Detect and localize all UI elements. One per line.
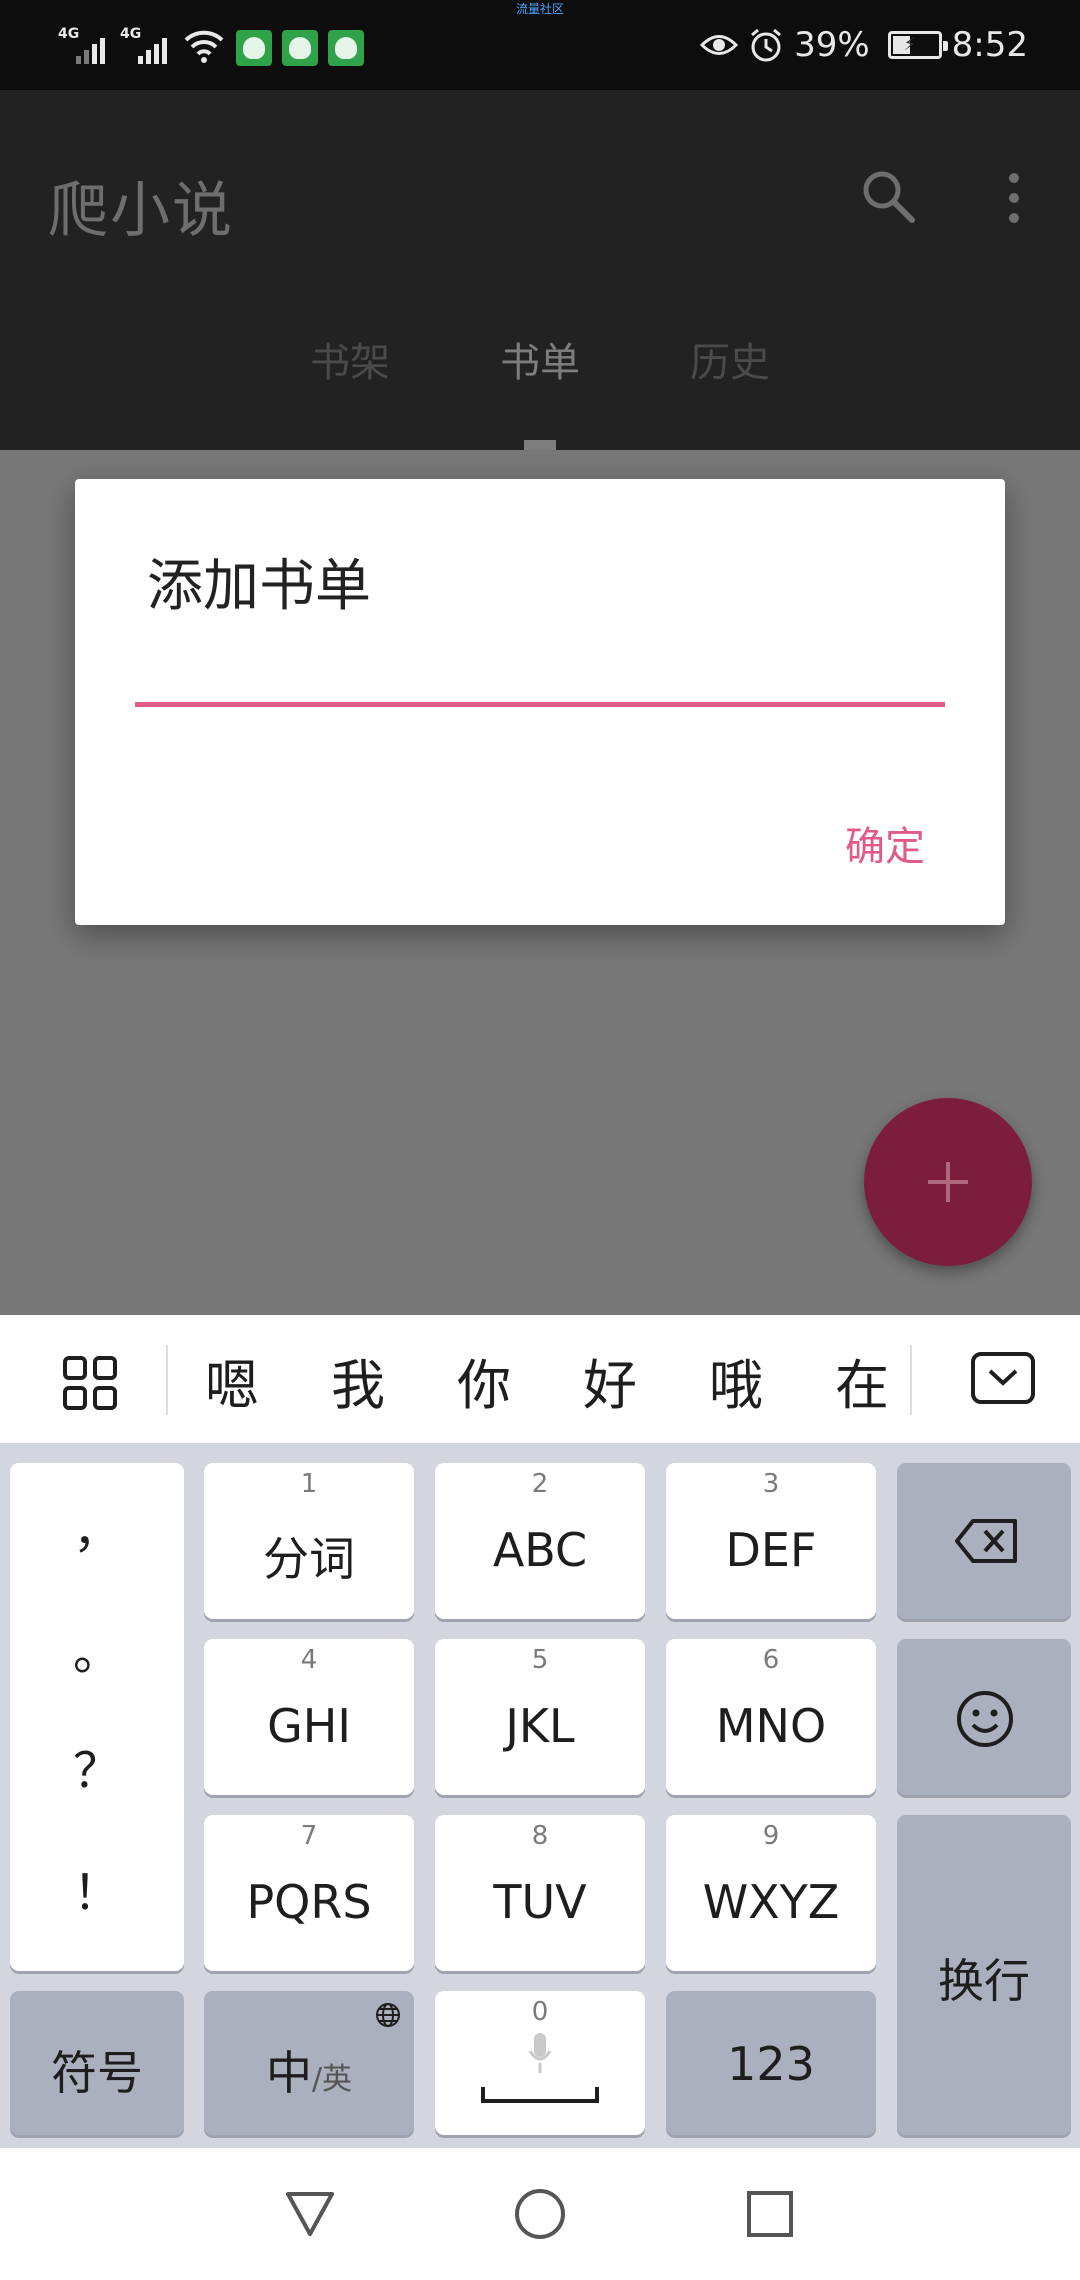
app-notification-icon (236, 30, 272, 66)
divider (910, 1345, 912, 1415)
signal-icon: 4G (120, 26, 172, 66)
key-5[interactable]: 5 JKL (435, 1639, 645, 1795)
circle-home-icon[interactable] (510, 2184, 570, 2244)
key-2[interactable]: 2 ABC (435, 1463, 645, 1619)
status-right-icons: 39% ⚡ 8:52 (700, 22, 1028, 68)
clock: 8:52 (951, 25, 1028, 65)
add-booklist-dialog: 添加书单 确定 (75, 479, 1005, 925)
space-bar-icon (481, 2087, 599, 2103)
globe-icon (376, 2003, 400, 2027)
status-bar: 流量社区 4G 4G 39% ⚡ 8:52 (0, 0, 1080, 90)
dialog-title: 添加书单 (147, 554, 371, 619)
square-recent-icon[interactable] (740, 2184, 800, 2244)
mic-icon (528, 2033, 552, 2073)
smile-icon (957, 1691, 1013, 1747)
tab-bar: 书架 书单 历史 (0, 330, 1080, 450)
candidate-word[interactable]: 哦 (686, 1341, 786, 1420)
tab-bookshelf[interactable]: 书架 (250, 330, 450, 388)
candidate-word[interactable]: 好 (560, 1341, 660, 1420)
punctuation-key[interactable]: ， 。 ？ ！ (10, 1463, 184, 1971)
key-4[interactable]: 4 GHI (204, 1639, 414, 1795)
key-7[interactable]: 7 PQRS (204, 1815, 414, 1971)
alarm-icon (751, 28, 782, 62)
enter-key[interactable]: 换行 (897, 1815, 1071, 2135)
battery-icon: ⚡ (887, 31, 948, 59)
tab-booklist[interactable]: 书单 (440, 330, 640, 388)
key-6[interactable]: 6 MNO (666, 1639, 876, 1795)
candidate-word[interactable]: 在 (812, 1341, 912, 1420)
punct-period[interactable]: 。 (10, 1613, 184, 1683)
space-key[interactable]: 0 (435, 1991, 645, 2135)
lang-alt-label: /英 (311, 2062, 353, 2097)
emoji-key[interactable] (897, 1639, 1071, 1795)
booklist-name-input[interactable] (135, 629, 945, 707)
candidate-word[interactable]: 嗯 (182, 1341, 282, 1420)
add-fab-button[interactable] (864, 1098, 1032, 1266)
app-notification-icon (282, 30, 318, 66)
signal-icon: 4G (58, 26, 110, 66)
key-9[interactable]: 9 WXYZ (666, 1815, 876, 1971)
divider (166, 1345, 168, 1415)
system-nav-bar (0, 2148, 1080, 2280)
app-notification-icon (328, 30, 364, 66)
triangle-back-icon[interactable] (280, 2184, 340, 2244)
search-icon[interactable] (858, 166, 918, 226)
grid-icon[interactable] (62, 1355, 118, 1411)
ime-keyboard: ， 。 ？ ！ 1 分词 2 ABC 3 DEF 4 GHI 5 JKL 6 M… (0, 1443, 1080, 2148)
status-left-icons: 4G 4G (58, 24, 364, 66)
wifi-icon (184, 30, 224, 63)
tab-indicator (524, 440, 556, 450)
keyboard-collapse-icon[interactable] (970, 1351, 1036, 1405)
tab-history[interactable]: 历史 (630, 330, 830, 388)
key-1[interactable]: 1 分词 (204, 1463, 414, 1619)
backspace-icon (955, 1519, 1017, 1563)
lang-main-label: 中 (265, 2046, 312, 2100)
key-8[interactable]: 8 TUV (435, 1815, 645, 1971)
backspace-key[interactable] (897, 1463, 1071, 1619)
battery-percent: 39% (794, 25, 870, 65)
language-switch-key[interactable]: 中/英 (204, 1991, 414, 2135)
candidate-word[interactable]: 我 (308, 1341, 408, 1420)
candidate-word[interactable]: 你 (434, 1341, 534, 1420)
symbols-key[interactable]: 符号 (10, 1991, 184, 2135)
app-title: 爬小说 (48, 176, 234, 246)
ime-candidate-bar: 嗯 我 你 好 哦 在 (0, 1315, 1080, 1443)
punct-exclaim[interactable]: ！ (10, 1853, 184, 1923)
eye-icon (700, 35, 739, 55)
punct-comma[interactable]: ， (10, 1491, 184, 1561)
status-center-text: 流量社区 (515, 2, 564, 16)
more-vert-icon[interactable] (1000, 168, 1028, 228)
punct-question[interactable]: ？ (10, 1731, 184, 1801)
confirm-button[interactable]: 确定 (845, 814, 925, 872)
app-bar: 爬小说 书架 书单 历史 (0, 90, 1080, 450)
key-3[interactable]: 3 DEF (666, 1463, 876, 1619)
numeric-key[interactable]: 123 (666, 1991, 876, 2135)
